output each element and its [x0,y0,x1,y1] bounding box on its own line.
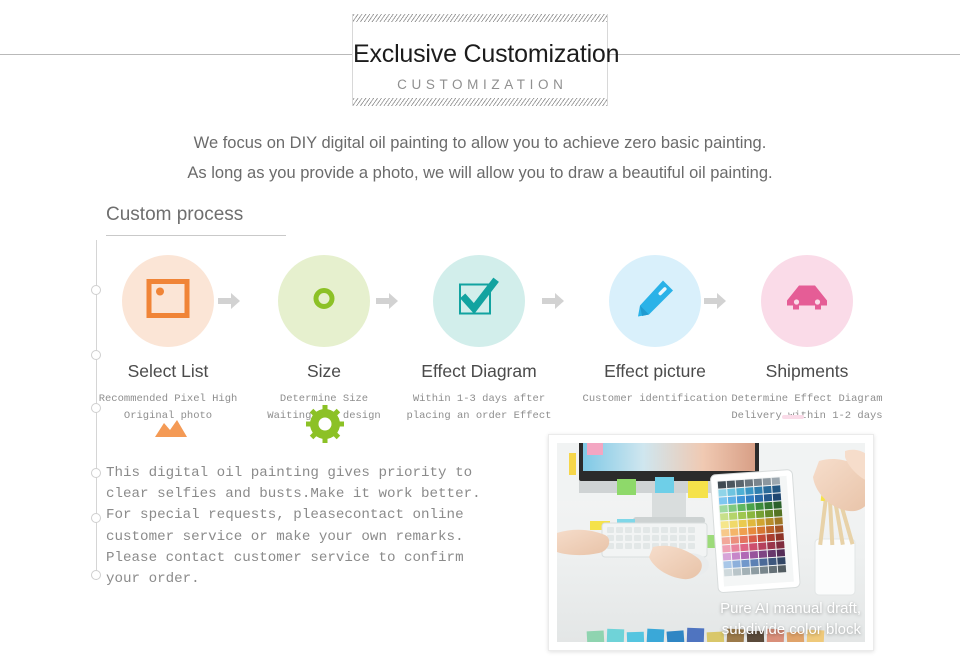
step-subtitle-2: Delivery within 1-2 days [731,410,883,422]
step-title: Shipments [765,361,849,381]
pencil-icon [635,279,675,324]
step-subtitle-1: Within 1-3 days after [412,393,546,405]
process-steps: Select List Recommended Pixel High Origi… [99,255,930,425]
timeline-dot [91,468,101,478]
process-step-effect-diagram[interactable]: Effect Diagram Within 1-3 days after pla… [399,255,559,425]
process-step-size[interactable]: Size Determine Size Waiting for design [244,255,404,425]
step-arrow-icon [542,293,564,309]
process-step-effect-picture[interactable]: Effect picture Customer identification [575,255,735,408]
intro-line-1: We focus on DIY digital oil painting to … [193,134,767,152]
ruler-dot-icon [313,288,335,315]
intro-paragraph: We focus on DIY digital oil painting to … [0,128,960,188]
body-line-3: For special requests, pleasecontact onli… [106,507,464,524]
page-title: Exclusive Customization [353,40,620,68]
body-line-4: customer service or make your own remark… [106,528,464,545]
body-line-5: Please contact customer service to confi… [106,549,464,566]
step-circle [761,255,853,347]
delivery-car-icon [785,284,829,319]
photo-caption: Pure AI manual draft, subdivide color bl… [720,598,861,640]
header-rule-right [608,54,960,55]
step-circle [433,255,525,347]
step-arrow-icon [218,293,240,309]
step-title: Select List [127,361,209,381]
step-circle [278,255,370,347]
step-title: Effect Diagram [421,361,537,381]
mountain-decor-icon [155,419,187,442]
photo-caption-line-1: Pure AI manual draft, [720,600,861,617]
process-step-select-list[interactable]: Select List Recommended Pixel High Origi… [88,255,248,425]
step-circle [609,255,701,347]
intro-line-2: As long as you provide a photo, we will … [187,164,773,182]
section-heading-underline [106,235,286,236]
timeline-dot [91,570,101,580]
step-subtitle-1: Customer identification [582,393,728,405]
hatch-pattern-bottom [353,98,607,106]
hatch-pattern-top [353,14,607,22]
section-heading-label: Custom process [106,204,244,225]
step-title: Effect picture [604,361,706,381]
photo-caption-line-2: subdivide color block [721,621,861,638]
header-rule-left [0,54,352,55]
step-title: Size [306,361,342,381]
step-subtitle-2: placing an order Effect [406,410,552,422]
page-subtitle: CUSTOMIZATION [397,77,568,92]
step-circle [122,255,214,347]
body-line-1: This digital oil painting gives priority… [106,465,473,481]
header-title-box: Exclusive Customization CUSTOMIZATION [352,14,620,106]
timeline-dot [91,513,101,523]
step-subtitle-1: Recommended Pixel High [98,393,238,405]
gear-decor-icon [306,405,344,448]
photo-card[interactable]: Pure AI manual draft, subdivide color bl… [548,434,874,651]
page-header: Exclusive Customization CUSTOMIZATION [0,0,960,118]
shipment-underline-decor [782,407,804,425]
body-copy: This digital oil painting gives priority… [106,463,536,590]
promo-page: Exclusive Customization CUSTOMIZATION We… [0,0,960,667]
process-step-shipments[interactable]: Shipments Determine Effect Diagram Deliv… [727,255,887,425]
section-heading: Custom process [106,204,286,236]
checkbox-check-icon [458,277,500,325]
body-line-6: your order. [106,571,200,588]
photo-frame-icon [146,279,190,324]
step-subtitle-1: Determine Effect Diagram [731,393,883,405]
step-arrow-icon [704,293,726,309]
step-arrow-icon [376,293,398,309]
body-line-2: clear selfies and busts.Make it work bet… [106,486,481,503]
